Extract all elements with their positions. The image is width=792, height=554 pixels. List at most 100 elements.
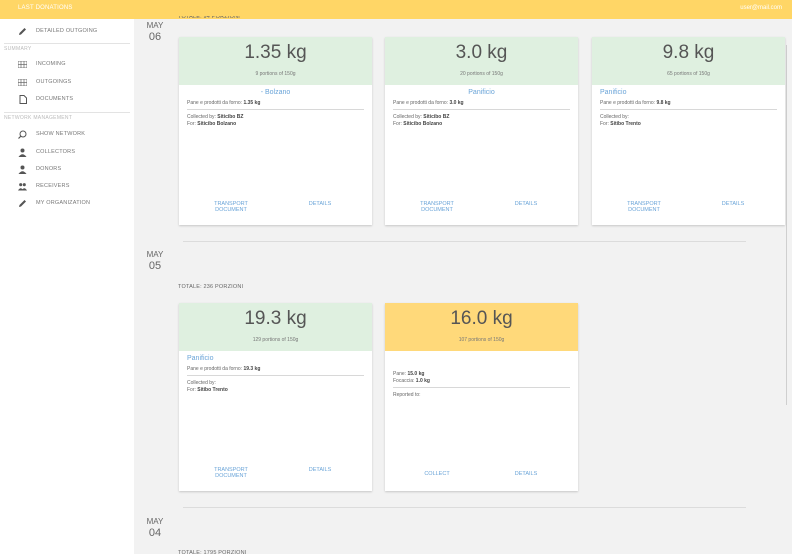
card-divider xyxy=(393,387,570,388)
search-icon xyxy=(18,130,27,139)
sidebar-item-receivers[interactable]: RECEIVERS xyxy=(18,179,70,193)
card-donor-link[interactable]: Panificio xyxy=(600,89,777,96)
sidebar-item-label: MY ORGANIZATION xyxy=(36,200,91,206)
pencil-icon xyxy=(18,27,27,36)
donation-card[interactable]: 19.3 kg 129 portions of 150g Panificio P… xyxy=(179,303,372,491)
day-separator xyxy=(183,241,746,242)
collect-button[interactable]: COLLECT xyxy=(411,471,463,477)
card-portions: 107 portions of 150g xyxy=(458,337,505,343)
card-for: For: Sitibo Trento xyxy=(187,387,228,393)
top-bar: LAST DONATIONS user@mail.com xyxy=(0,0,792,19)
transport-document-button[interactable]: TRANSPORT DOCUMENT xyxy=(205,467,257,479)
card-donor-link[interactable]: - Bolzano xyxy=(187,89,364,96)
card-product: Pane e prodotti da forno: 9.8 kg xyxy=(600,100,671,106)
transport-document-button[interactable]: TRANSPORT DOCUMENT xyxy=(618,201,670,213)
day-number: 05 xyxy=(148,260,162,272)
donation-card[interactable]: 3.0 kg 20 portions of 150g Panificio Pan… xyxy=(385,37,578,225)
sidebar-heading-summary: SUMMARY xyxy=(4,46,32,52)
sidebar-item-outgoings[interactable]: OUTGOINGS xyxy=(18,75,71,89)
card-donor-link[interactable]: Panificio xyxy=(187,355,364,362)
sidebar-divider xyxy=(4,43,130,44)
donation-card[interactable]: 16.0 kg 107 portions of 150g Pane: 15.0 … xyxy=(385,303,578,491)
sidebar-divider xyxy=(4,112,130,113)
sidebar-heading-network: NETWORK MANAGEMENT xyxy=(4,115,73,121)
sidebar-item-detailed-outgoing[interactable]: DETAILED OUTGOING xyxy=(18,24,97,38)
sidebar-item-label: OUTGOINGS xyxy=(36,79,72,85)
card-weight: 9.8 kg xyxy=(662,42,715,63)
card-collected-by: Collected by: Siticibo BZ xyxy=(187,114,244,120)
card-portions: 9 portions of 150g xyxy=(255,71,296,77)
card-collected-by: Collected by: xyxy=(187,380,216,386)
card-weight: 3.0 kg xyxy=(455,42,508,63)
sidebar-item-label: COLLECTORS xyxy=(36,149,76,155)
day-separator xyxy=(183,507,746,508)
day-month: MAY xyxy=(146,517,164,526)
card-header: 16.0 kg 107 portions of 150g xyxy=(385,303,578,351)
details-button[interactable]: DETAILS xyxy=(712,201,754,207)
card-weight: 19.3 kg xyxy=(244,308,307,329)
sidebar-item-label: DOCUMENTS xyxy=(36,96,74,102)
card-product: Pane e prodotti da forno: 3.0 kg xyxy=(393,100,464,106)
table-icon xyxy=(18,78,27,87)
card-portions: 20 portions of 150g xyxy=(460,71,503,77)
day-month: MAY xyxy=(146,250,164,259)
sidebar-item-collectors[interactable]: COLLECTORS xyxy=(18,145,75,159)
sidebar-item-my-organization[interactable]: MY ORGANIZATION xyxy=(18,196,90,210)
details-button[interactable]: DETAILS xyxy=(299,201,341,207)
sidebar-item-label: SHOW NETWORK xyxy=(36,131,86,137)
day-total: TOTALE: 94 PORZIONI xyxy=(178,16,240,20)
day-label: MAY 05 xyxy=(144,250,166,272)
sidebar: DETAILED OUTGOING SUMMARY INCOMING OUTGO… xyxy=(0,19,134,554)
card-for: For: Siticibo Bolzano xyxy=(393,121,443,127)
pencil-icon xyxy=(18,199,27,208)
card-collected-by: Collected by: Siticibo BZ xyxy=(393,114,450,120)
card-header: 3.0 kg 20 portions of 150g xyxy=(385,37,578,85)
day-label: MAY 04 xyxy=(144,517,166,539)
details-button[interactable]: DETAILS xyxy=(505,201,547,207)
sidebar-item-show-network[interactable]: SHOW NETWORK xyxy=(18,127,85,141)
card-portions: 129 portions of 150g xyxy=(252,337,299,343)
sidebar-item-documents[interactable]: DOCUMENTS xyxy=(18,92,73,106)
sidebar-item-label: INCOMING xyxy=(36,61,66,67)
day-month: MAY xyxy=(146,21,164,30)
card-divider xyxy=(187,109,364,110)
sidebar-item-donors[interactable]: DONORS xyxy=(18,162,61,176)
day-total: TOTALE: 236 PORZIONI xyxy=(178,284,244,290)
card-product: Pane e prodotti da forno: 1.35 kg xyxy=(187,100,261,106)
card-header: 9.8 kg 65 portions of 150g xyxy=(592,37,785,85)
donation-card[interactable]: 1.35 kg 9 portions of 150g - Bolzano Pan… xyxy=(179,37,372,225)
transport-document-button[interactable]: TRANSPORT DOCUMENT xyxy=(205,201,257,213)
card-divider xyxy=(393,109,570,110)
sidebar-item-label: DETAILED OUTGOING xyxy=(36,28,98,34)
user-menu[interactable]: user@mail.com xyxy=(740,5,782,11)
card-weight: 1.35 kg xyxy=(244,42,307,63)
sidebar-item-incoming[interactable]: INCOMING xyxy=(18,57,66,71)
card-focaccia: Focaccia: 1.0 kg xyxy=(393,378,430,384)
person-icon xyxy=(18,165,27,174)
card-portions: 65 portions of 150g xyxy=(667,71,710,77)
card-reported-to: Reported to: xyxy=(393,392,421,398)
day-label: MAY 06 xyxy=(144,21,166,43)
table-icon xyxy=(18,60,27,69)
card-for: For: Sitibo Trento xyxy=(600,121,641,127)
card-collected-by: Collected by: xyxy=(600,114,629,120)
card-product: Pane e prodotti da forno: 19.3 kg xyxy=(187,366,261,372)
transport-document-button[interactable]: TRANSPORT DOCUMENT xyxy=(411,201,463,213)
card-weight: 16.0 kg xyxy=(450,308,513,329)
card-pane: Pane: 15.0 kg xyxy=(393,371,425,377)
donation-card[interactable]: 9.8 kg 65 portions of 150g Panificio Pan… xyxy=(592,37,785,225)
card-for: For: Siticibo Bolzano xyxy=(187,121,237,127)
sidebar-item-label: DONORS xyxy=(36,166,62,172)
document-icon xyxy=(18,94,27,104)
card-header: 1.35 kg 9 portions of 150g xyxy=(179,37,372,85)
card-divider xyxy=(600,109,777,110)
card-divider xyxy=(187,375,364,376)
day-total: TOTALE: 1795 PORZIONI xyxy=(178,550,247,554)
details-button[interactable]: DETAILS xyxy=(299,467,341,473)
details-button[interactable]: DETAILS xyxy=(505,471,547,477)
page-title: LAST DONATIONS xyxy=(18,5,73,11)
scrollbar[interactable] xyxy=(786,45,787,405)
card-header: 19.3 kg 129 portions of 150g xyxy=(179,303,372,351)
card-donor-link[interactable]: Panificio xyxy=(393,89,570,96)
sidebar-item-label: RECEIVERS xyxy=(36,183,70,189)
